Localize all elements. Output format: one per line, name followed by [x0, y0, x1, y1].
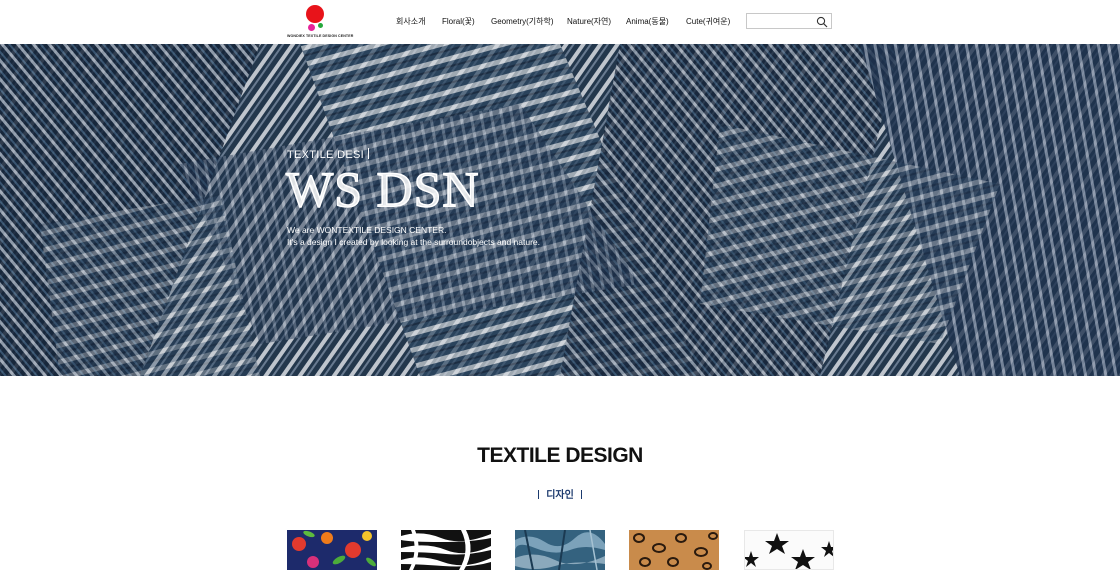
- hero-title-text: WS DSN: [285, 160, 480, 218]
- floral-pattern-icon: [287, 530, 377, 570]
- section-subtitle-text: 디자인: [546, 490, 574, 501]
- section-title: TEXTILE DESIGN: [477, 444, 643, 467]
- thumbnail-floral[interactable]: [287, 530, 377, 570]
- design-thumbnails: [287, 530, 835, 570]
- leopard-pattern-icon: [629, 530, 719, 570]
- stars-pattern-icon: [745, 531, 833, 569]
- search-input[interactable]: [749, 15, 819, 29]
- subtitle-bar-right: [580, 490, 582, 499]
- logo-pink-dot: [308, 24, 315, 31]
- text-caret: [367, 148, 369, 159]
- nav-item-cute[interactable]: Cute(귀여운): [686, 16, 730, 27]
- search-icon[interactable]: [816, 16, 828, 28]
- thumbnail-nature[interactable]: [515, 530, 605, 570]
- thumbnail-animal[interactable]: [629, 530, 719, 570]
- hero-desc-line-2: It's a design I created by looking at th…: [287, 237, 541, 247]
- site-header: WONDIEX TEXTILE DESIGN CENTER 회사소개 Flora…: [0, 0, 1120, 44]
- logo-text: WONDIEX TEXTILE DESIGN CENTER: [287, 34, 354, 38]
- nav-item-geometry[interactable]: Geometry(기하학): [491, 16, 554, 27]
- nav-item-nature[interactable]: Nature(자연): [567, 16, 611, 27]
- zebra-pattern-icon: [401, 530, 491, 570]
- thumbnail-zebra[interactable]: [401, 530, 491, 570]
- hero-desc-line-1: We are WONTEXTILE DESIGN CENTER.: [287, 225, 447, 235]
- hero-overlay: [0, 44, 1120, 376]
- section-subtitle: 디자인: [0, 486, 1120, 501]
- search-box: [746, 13, 832, 29]
- logo[interactable]: WONDIEX TEXTILE DESIGN CENTER: [287, 4, 354, 40]
- thumbnail-cute[interactable]: [744, 530, 834, 570]
- nav-item-company[interactable]: 회사소개: [396, 16, 425, 27]
- hero-title: WS DSN: [285, 160, 480, 218]
- hero-description: We are WONTEXTILE DESIGN CENTER. It's a …: [287, 224, 540, 248]
- logo-red-dot: [306, 5, 324, 23]
- nature-pattern-icon: [515, 530, 605, 570]
- hero-banner: TEXTILE DESI WS DSN We are WONTEXTILE DE…: [0, 44, 1120, 376]
- logo-green-dot: [318, 23, 323, 28]
- nav-item-animal[interactable]: Anima(동물): [626, 16, 669, 27]
- subtitle-bar-left: [538, 490, 540, 499]
- nav-item-floral[interactable]: Floral(꽃): [442, 16, 475, 27]
